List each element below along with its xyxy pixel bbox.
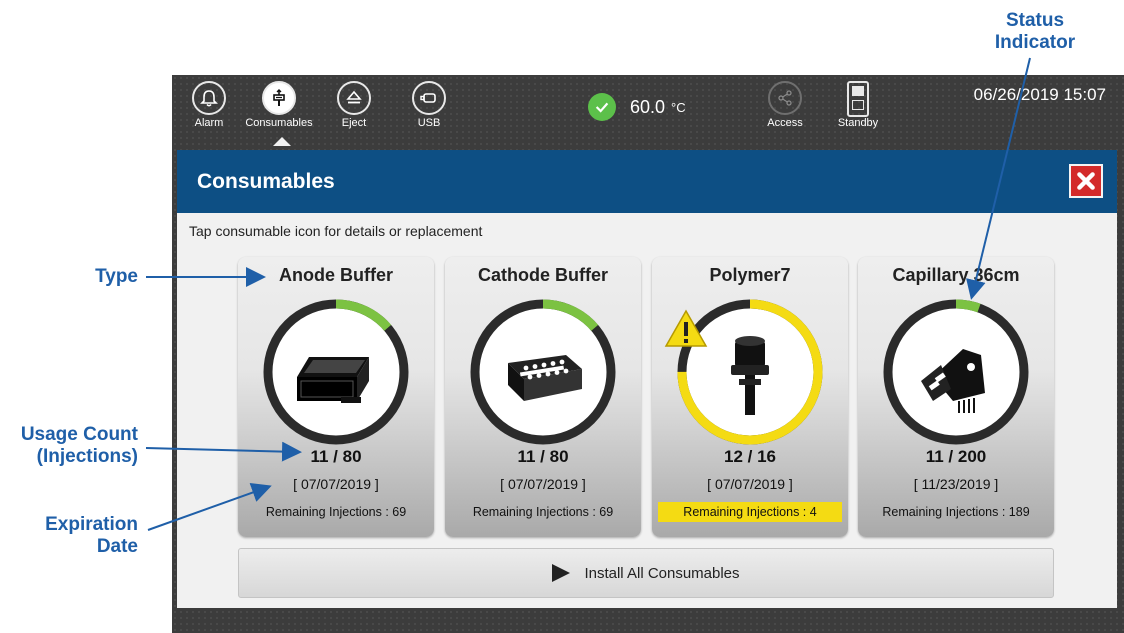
consumable-type: Cathode Buffer <box>478 265 608 285</box>
close-button[interactable] <box>1069 164 1103 198</box>
callout-usage-count: Usage Count (Injections) <box>20 424 138 467</box>
callout-status-indicator: Status Indicator <box>994 10 1076 53</box>
expiration-date: [ 07/07/2019 ] <box>293 476 379 492</box>
instruction-text: Tap consumable icon for details or repla… <box>189 223 483 239</box>
access-label: Access <box>767 117 803 129</box>
remaining-injections: Remaining Injections : 69 <box>265 505 407 519</box>
expiration-date: [ 07/07/2019 ] <box>707 476 793 492</box>
datetime: 06/26/2019 15:07 <box>973 85 1106 104</box>
alarm-label: Alarm <box>194 117 224 129</box>
anode-buffer-tray-icon <box>297 357 369 403</box>
top-toolbar: Alarm Consumables Eject USB 60.0 °C Acce… <box>172 75 1124 146</box>
temperature-unit: °C <box>671 99 686 115</box>
usage-count: 11 / 80 <box>310 447 362 466</box>
consumable-type: Capillary 36cm <box>892 265 1020 285</box>
consumable-card-anode-buffer[interactable]: Anode Buffer 11 / 80 [ 07/07/2019 ] Rema… <box>238 257 434 537</box>
standby-label: Standby <box>837 117 879 129</box>
callout-expiration-date: Expiration Date <box>45 514 138 557</box>
install-all-label: Install All Consumables <box>584 564 740 582</box>
usb-icon <box>412 81 446 115</box>
warning-icon <box>664 309 708 349</box>
panel-header: Consumables <box>177 150 1117 213</box>
remaining-injections: Remaining Injections : 4 <box>658 502 842 522</box>
share-icon <box>768 81 802 115</box>
bell-icon <box>192 81 226 115</box>
consumable-type: Polymer7 <box>709 265 791 285</box>
install-all-button[interactable]: Install All Consumables <box>238 548 1054 598</box>
play-icon <box>552 564 571 582</box>
status-ring[interactable] <box>261 297 411 447</box>
active-tab-pointer <box>273 137 291 146</box>
usage-count: 11 / 200 <box>925 447 987 466</box>
consumables-button[interactable]: Consumables <box>244 81 314 129</box>
consumable-card-polymer7[interactable]: Polymer7 12 / 16 [ 07/07/2019 ] Remainin… <box>652 257 848 537</box>
consumable-type: Anode Buffer <box>279 265 393 285</box>
usb-label: USB <box>417 117 441 129</box>
status-ring[interactable] <box>468 297 618 447</box>
standby-button[interactable]: Standby <box>823 81 893 129</box>
alarm-button[interactable]: Alarm <box>174 81 244 129</box>
usb-button[interactable]: USB <box>394 81 464 129</box>
eject-button[interactable]: Eject <box>319 81 389 129</box>
temperature-status: 60.0 °C <box>588 93 686 121</box>
usage-count: 12 / 16 <box>724 447 776 466</box>
expiration-date: [ 07/07/2019 ] <box>500 476 586 492</box>
close-icon <box>1077 172 1095 190</box>
standby-icon <box>847 81 869 117</box>
page-title: Consumables <box>197 170 335 193</box>
eject-icon <box>337 81 371 115</box>
consumables-panel: Consumables Tap consumable icon for deta… <box>177 150 1117 608</box>
consumables-label: Consumables <box>245 117 313 129</box>
consumable-card-capillary[interactable]: Capillary 36cm 11 / 200 [ 11/23/2019 ] R… <box>858 257 1054 537</box>
consumables-icon <box>262 81 296 115</box>
eject-label: Eject <box>341 117 367 129</box>
instrument-screen: Alarm Consumables Eject USB 60.0 °C Acce… <box>172 75 1124 633</box>
callout-type: Type <box>95 266 138 287</box>
access-button[interactable]: Access <box>750 81 820 129</box>
remaining-injections: Remaining Injections : 69 <box>472 505 614 519</box>
check-icon <box>588 93 616 121</box>
status-ring[interactable] <box>881 297 1031 447</box>
consumable-card-cathode-buffer[interactable]: Cathode Buffer 11 / 80 [07/07/2019] Re… <box>445 257 641 537</box>
remaining-injections: Remaining Injections : 189 <box>882 505 1030 519</box>
temperature-value: 60.0 <box>630 96 666 117</box>
expiration-date: [ 11/23/2019 ] <box>913 476 999 492</box>
usage-count: 11 / 80 <box>517 447 569 466</box>
